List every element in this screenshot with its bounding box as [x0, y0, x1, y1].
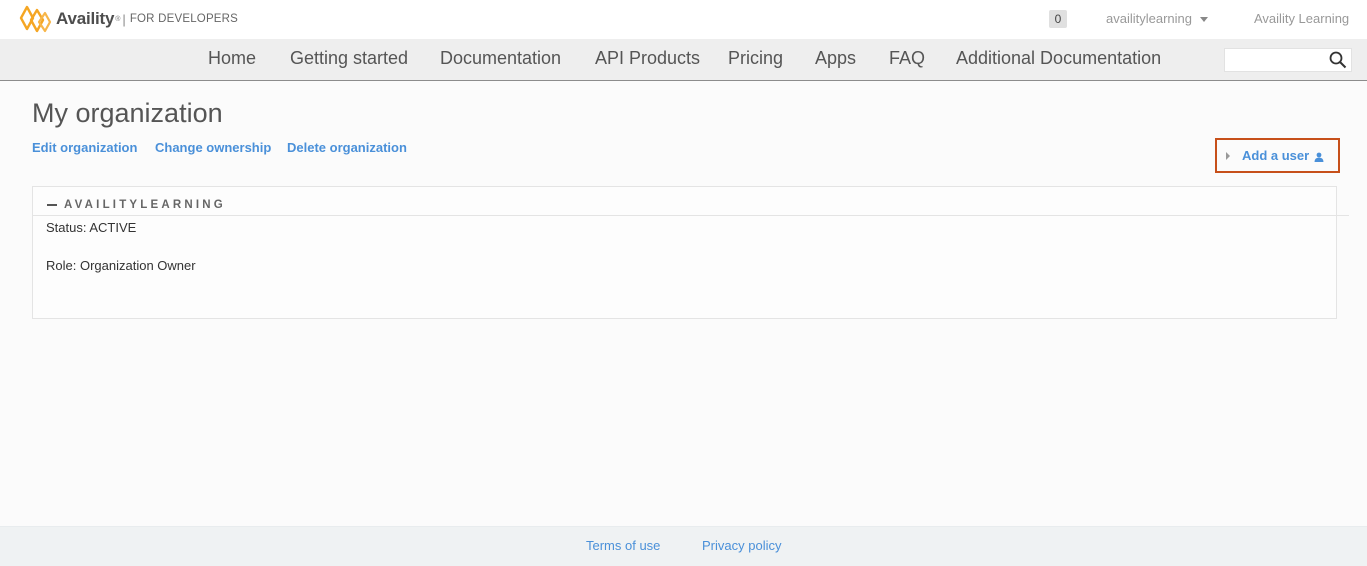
edit-organization-link[interactable]: Edit organization [32, 140, 137, 155]
nav-item-apps[interactable]: Apps [815, 48, 856, 69]
brand-trademark: ® [115, 15, 121, 23]
search-box [1224, 48, 1352, 72]
nav-item-api-products[interactable]: API Products [595, 48, 700, 69]
chevron-down-icon [1200, 16, 1208, 22]
search-icon[interactable] [1329, 51, 1347, 69]
delete-organization-link[interactable]: Delete organization [287, 140, 407, 155]
availity-logo[interactable]: Availity ® | FOR DEVELOPERS [18, 3, 238, 35]
nav-item-home[interactable]: Home [208, 48, 256, 69]
collapse-icon[interactable] [47, 204, 57, 206]
brand-name: Availity [56, 9, 115, 28]
nav-item-documentation[interactable]: Documentation [440, 48, 561, 69]
nav-item-pricing[interactable]: Pricing [728, 48, 783, 69]
cart-count-badge[interactable]: 0 [1049, 10, 1067, 28]
user-menu[interactable]: availitylearning [1106, 11, 1208, 26]
organization-panel: AVAILITYLEARNING Status: ACTIVE Role: Or… [32, 186, 1349, 319]
nav-item-getting-started[interactable]: Getting started [290, 48, 408, 69]
nav-item-additional-documentation[interactable]: Additional Documentation [956, 48, 1161, 69]
organization-status: Status: ACTIVE [46, 220, 137, 235]
nav-item-faq[interactable]: FAQ [889, 48, 925, 69]
privacy-policy-link[interactable]: Privacy policy [702, 538, 781, 553]
organization-name: AVAILITYLEARNING [64, 199, 226, 211]
add-user-label: Add a user [1242, 148, 1310, 163]
site-name-link[interactable]: Availity Learning [1254, 11, 1349, 26]
user-icon [1314, 152, 1324, 162]
brand-separator: | [122, 11, 126, 27]
main-nav: Home Getting started Documentation API P… [0, 39, 1367, 81]
username-label: availitylearning [1106, 11, 1192, 26]
terms-of-use-link[interactable]: Terms of use [586, 538, 660, 553]
organization-panel-header[interactable]: AVAILITYLEARNING [33, 187, 1349, 216]
footer: Terms of use Privacy policy [0, 526, 1367, 566]
availity-logo-icon [19, 5, 52, 33]
page-title: My organization [32, 98, 223, 128]
caret-right-icon [1226, 151, 1230, 160]
add-user-button[interactable]: Add a user [1215, 138, 1340, 173]
search-input[interactable] [1225, 49, 1325, 71]
top-bar: Availity ® | FOR DEVELOPERS 0 availitylea… [0, 0, 1367, 39]
organization-role: Role: Organization Owner [46, 258, 196, 273]
change-ownership-link[interactable]: Change ownership [155, 140, 271, 155]
brand-subtitle: FOR DEVELOPERS [129, 13, 239, 25]
